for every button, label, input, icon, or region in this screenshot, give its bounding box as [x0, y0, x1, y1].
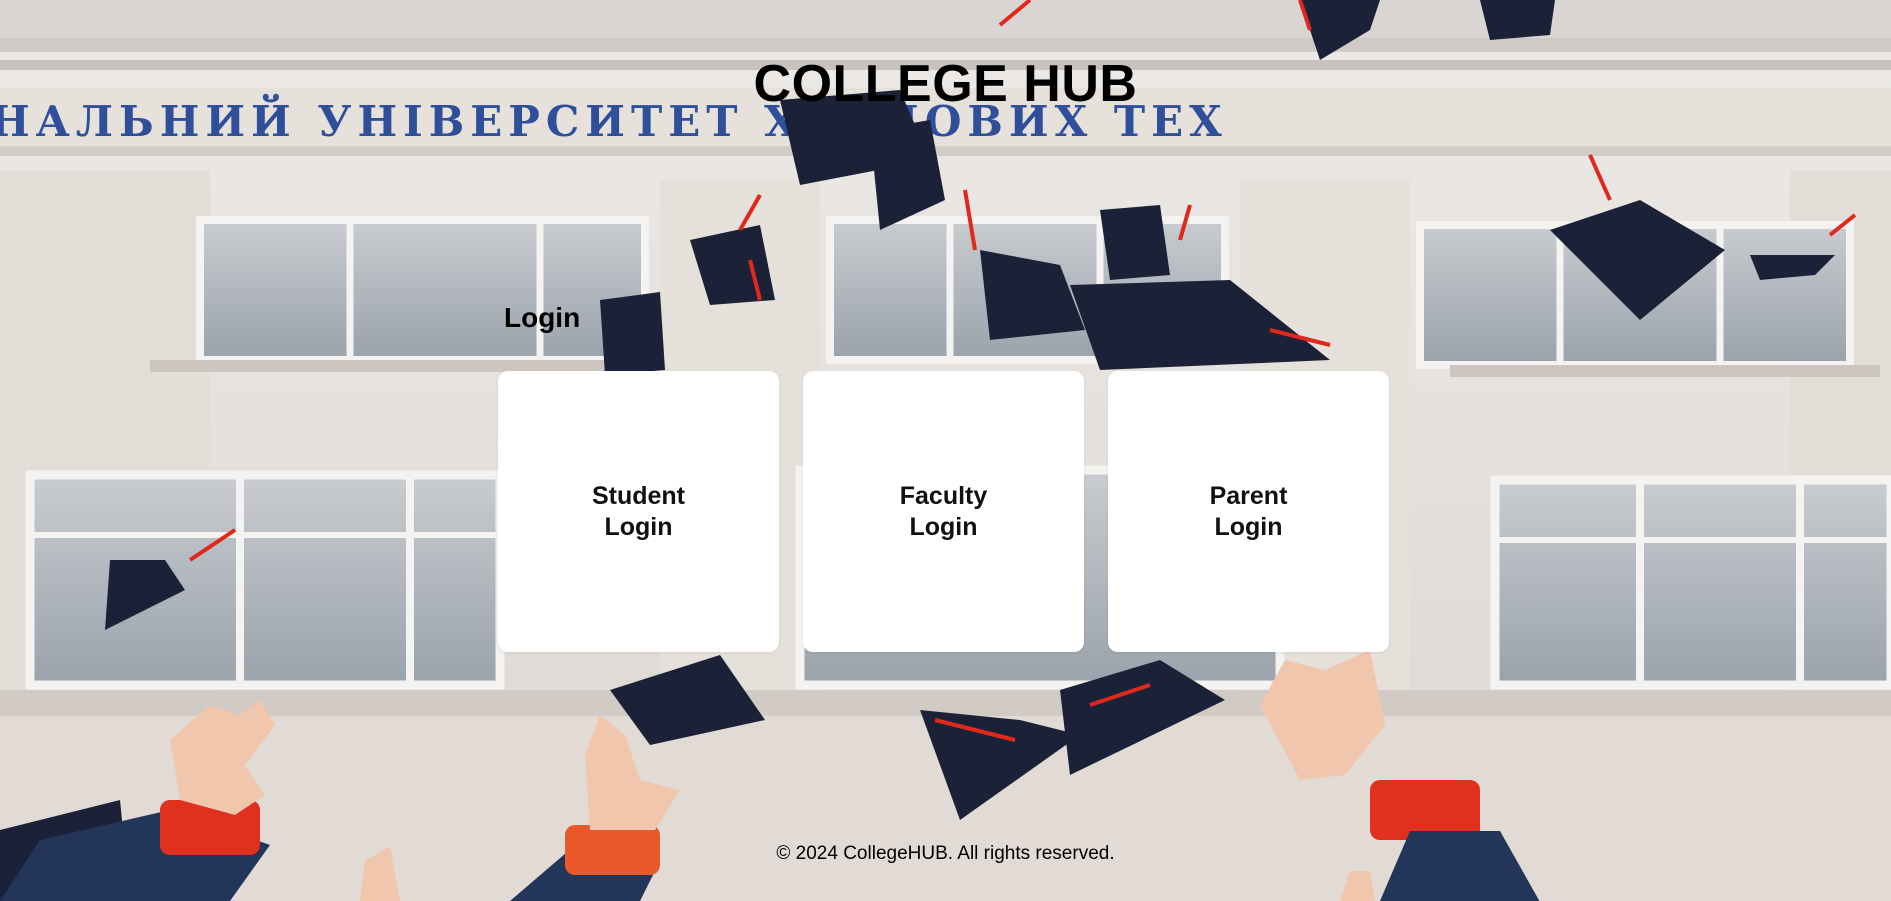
faculty-login-card[interactable]: Faculty Login [803, 371, 1084, 652]
parent-login-card[interactable]: Parent Login [1108, 371, 1389, 652]
footer-copyright: © 2024 CollegeHUB. All rights reserved. [776, 843, 1115, 864]
login-heading: Login [504, 302, 581, 333]
faculty-login-label: Faculty Login [899, 481, 988, 541]
student-login-label: Student Login [591, 481, 686, 541]
student-login-card[interactable]: Student Login [498, 371, 779, 652]
parent-login-label: Parent Login [1209, 481, 1288, 541]
page-title: COLLEGE HUB [753, 55, 1138, 113]
